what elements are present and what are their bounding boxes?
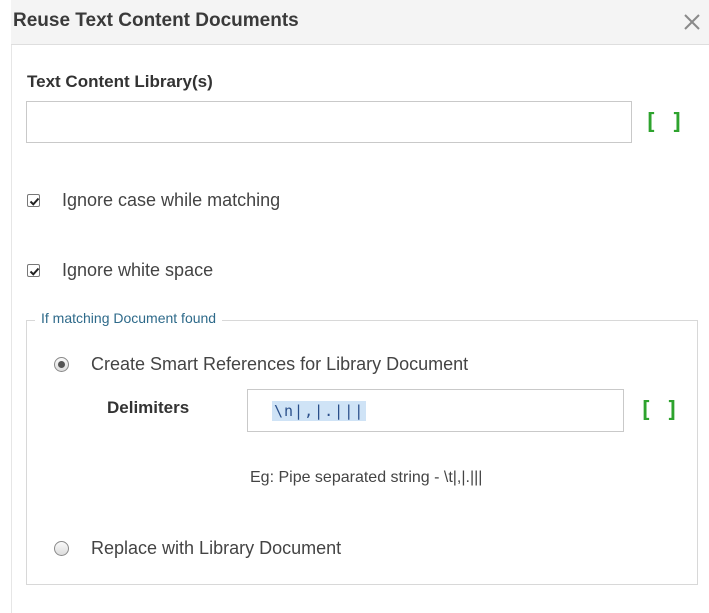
create-smart-references-label: Create Smart References for Library Docu…	[91, 354, 469, 374]
ignore-case-checkbox-row[interactable]: Ignore case while matching	[27, 190, 280, 211]
library-select-button[interactable]: [ ]	[638, 101, 690, 143]
create-smart-references-radio[interactable]	[54, 357, 69, 372]
dialog-left-border	[11, 45, 12, 613]
replace-with-library-label: Replace with Library Document	[91, 538, 342, 558]
matching-fieldset-legend: If matching Document found	[35, 310, 223, 326]
ignore-case-checkbox[interactable]	[27, 194, 40, 207]
replace-with-library-radio[interactable]	[54, 541, 69, 556]
delimiters-select-button[interactable]: [ ]	[629, 389, 689, 432]
delimiters-input[interactable]: \n|,|.|||	[247, 389, 624, 432]
dialog-titlebar: Reuse Text Content Documents	[11, 0, 709, 45]
replace-with-library-option[interactable]: Replace with Library Document	[54, 538, 341, 559]
ignore-whitespace-label: Ignore white space	[62, 260, 214, 280]
library-label: Text Content Library(s)	[27, 72, 213, 91]
ignore-case-label: Ignore case while matching	[62, 190, 281, 210]
close-icon[interactable]	[679, 7, 705, 33]
dialog-title: Reuse Text Content Documents	[13, 10, 299, 31]
ignore-whitespace-checkbox-row[interactable]: Ignore white space	[27, 260, 213, 281]
delimiters-label: Delimiters	[107, 398, 190, 417]
ignore-whitespace-checkbox[interactable]	[27, 264, 40, 277]
create-smart-references-option[interactable]: Create Smart References for Library Docu…	[54, 354, 468, 375]
reuse-text-content-dialog: Reuse Text Content Documents Text Conten…	[0, 0, 709, 613]
delimiters-value: \n|,|.|||	[272, 400, 367, 421]
library-input[interactable]	[26, 101, 632, 143]
delimiters-hint: Eg: Pipe separated string - \t|,|.|||	[250, 469, 483, 486]
